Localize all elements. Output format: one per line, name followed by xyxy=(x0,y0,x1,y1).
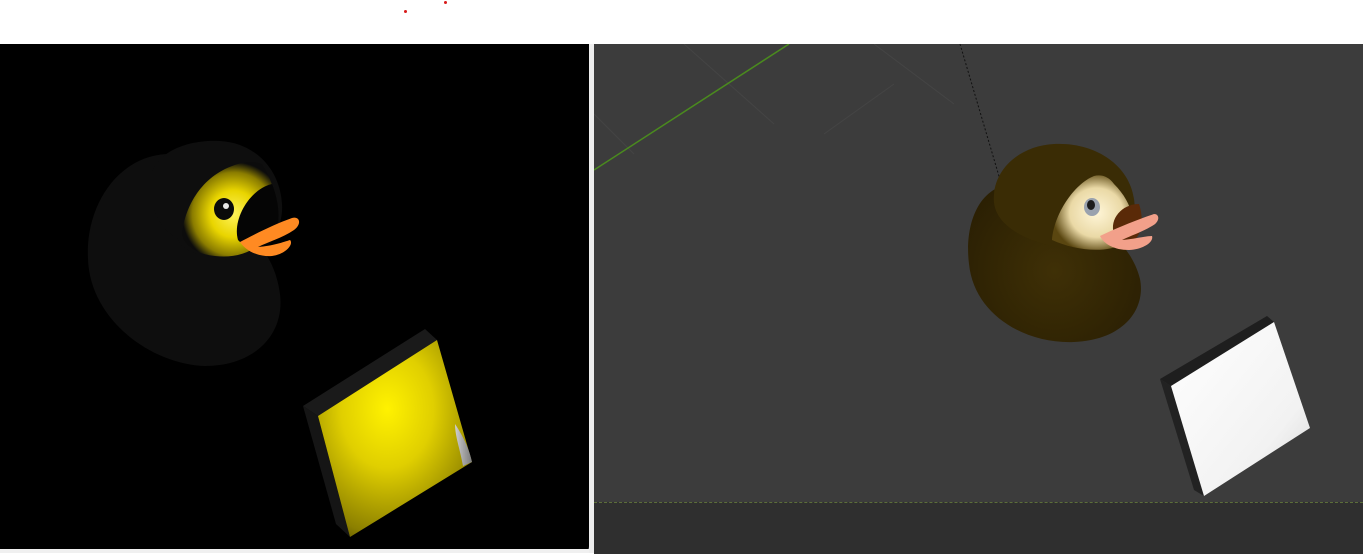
marker-dot xyxy=(404,10,407,13)
axis-y-line xyxy=(594,44,790,171)
marker-dot xyxy=(444,1,447,4)
duck-model[interactable] xyxy=(968,143,1159,343)
rendered-viewport[interactable] xyxy=(0,44,590,550)
top-toolbar-area xyxy=(0,0,1363,44)
lit-box[interactable] xyxy=(303,329,472,537)
editor-viewport[interactable] xyxy=(594,44,1363,502)
white-box[interactable] xyxy=(1160,316,1310,496)
left-status-bar xyxy=(0,549,589,553)
editor-scene xyxy=(594,44,1310,496)
duck-model[interactable] xyxy=(87,140,300,366)
rendered-scene xyxy=(87,140,472,537)
editor-bottom-panel xyxy=(594,502,1363,554)
grid-lines xyxy=(594,44,955,155)
